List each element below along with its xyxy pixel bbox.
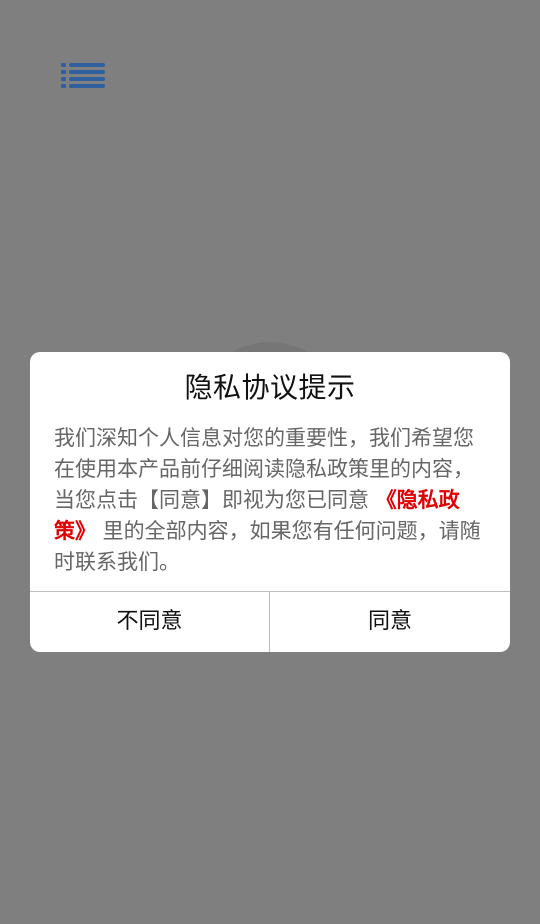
list-icon	[61, 63, 105, 88]
dialog-message: 我们深知个人信息对您的重要性，我们希望您在使用本产品前仔细阅读隐私政策里的内容，…	[54, 423, 486, 583]
dialog-title: 隐私协议提示	[184, 371, 356, 404]
agree-button[interactable]: 同意	[270, 592, 510, 652]
screen-background: 隐私协议提示 我们深知个人信息对您的重要性，我们希望您在使用本产品前仔细阅读隐私…	[0, 0, 540, 924]
privacy-dialog: 隐私协议提示 我们深知个人信息对您的重要性，我们希望您在使用本产品前仔细阅读隐私…	[30, 352, 510, 652]
menu-button[interactable]	[58, 58, 108, 92]
message-after-link: 里的全部内容，如果您有任何问题，请随时联系我们。	[54, 519, 481, 574]
disagree-button[interactable]: 不同意	[30, 592, 269, 652]
